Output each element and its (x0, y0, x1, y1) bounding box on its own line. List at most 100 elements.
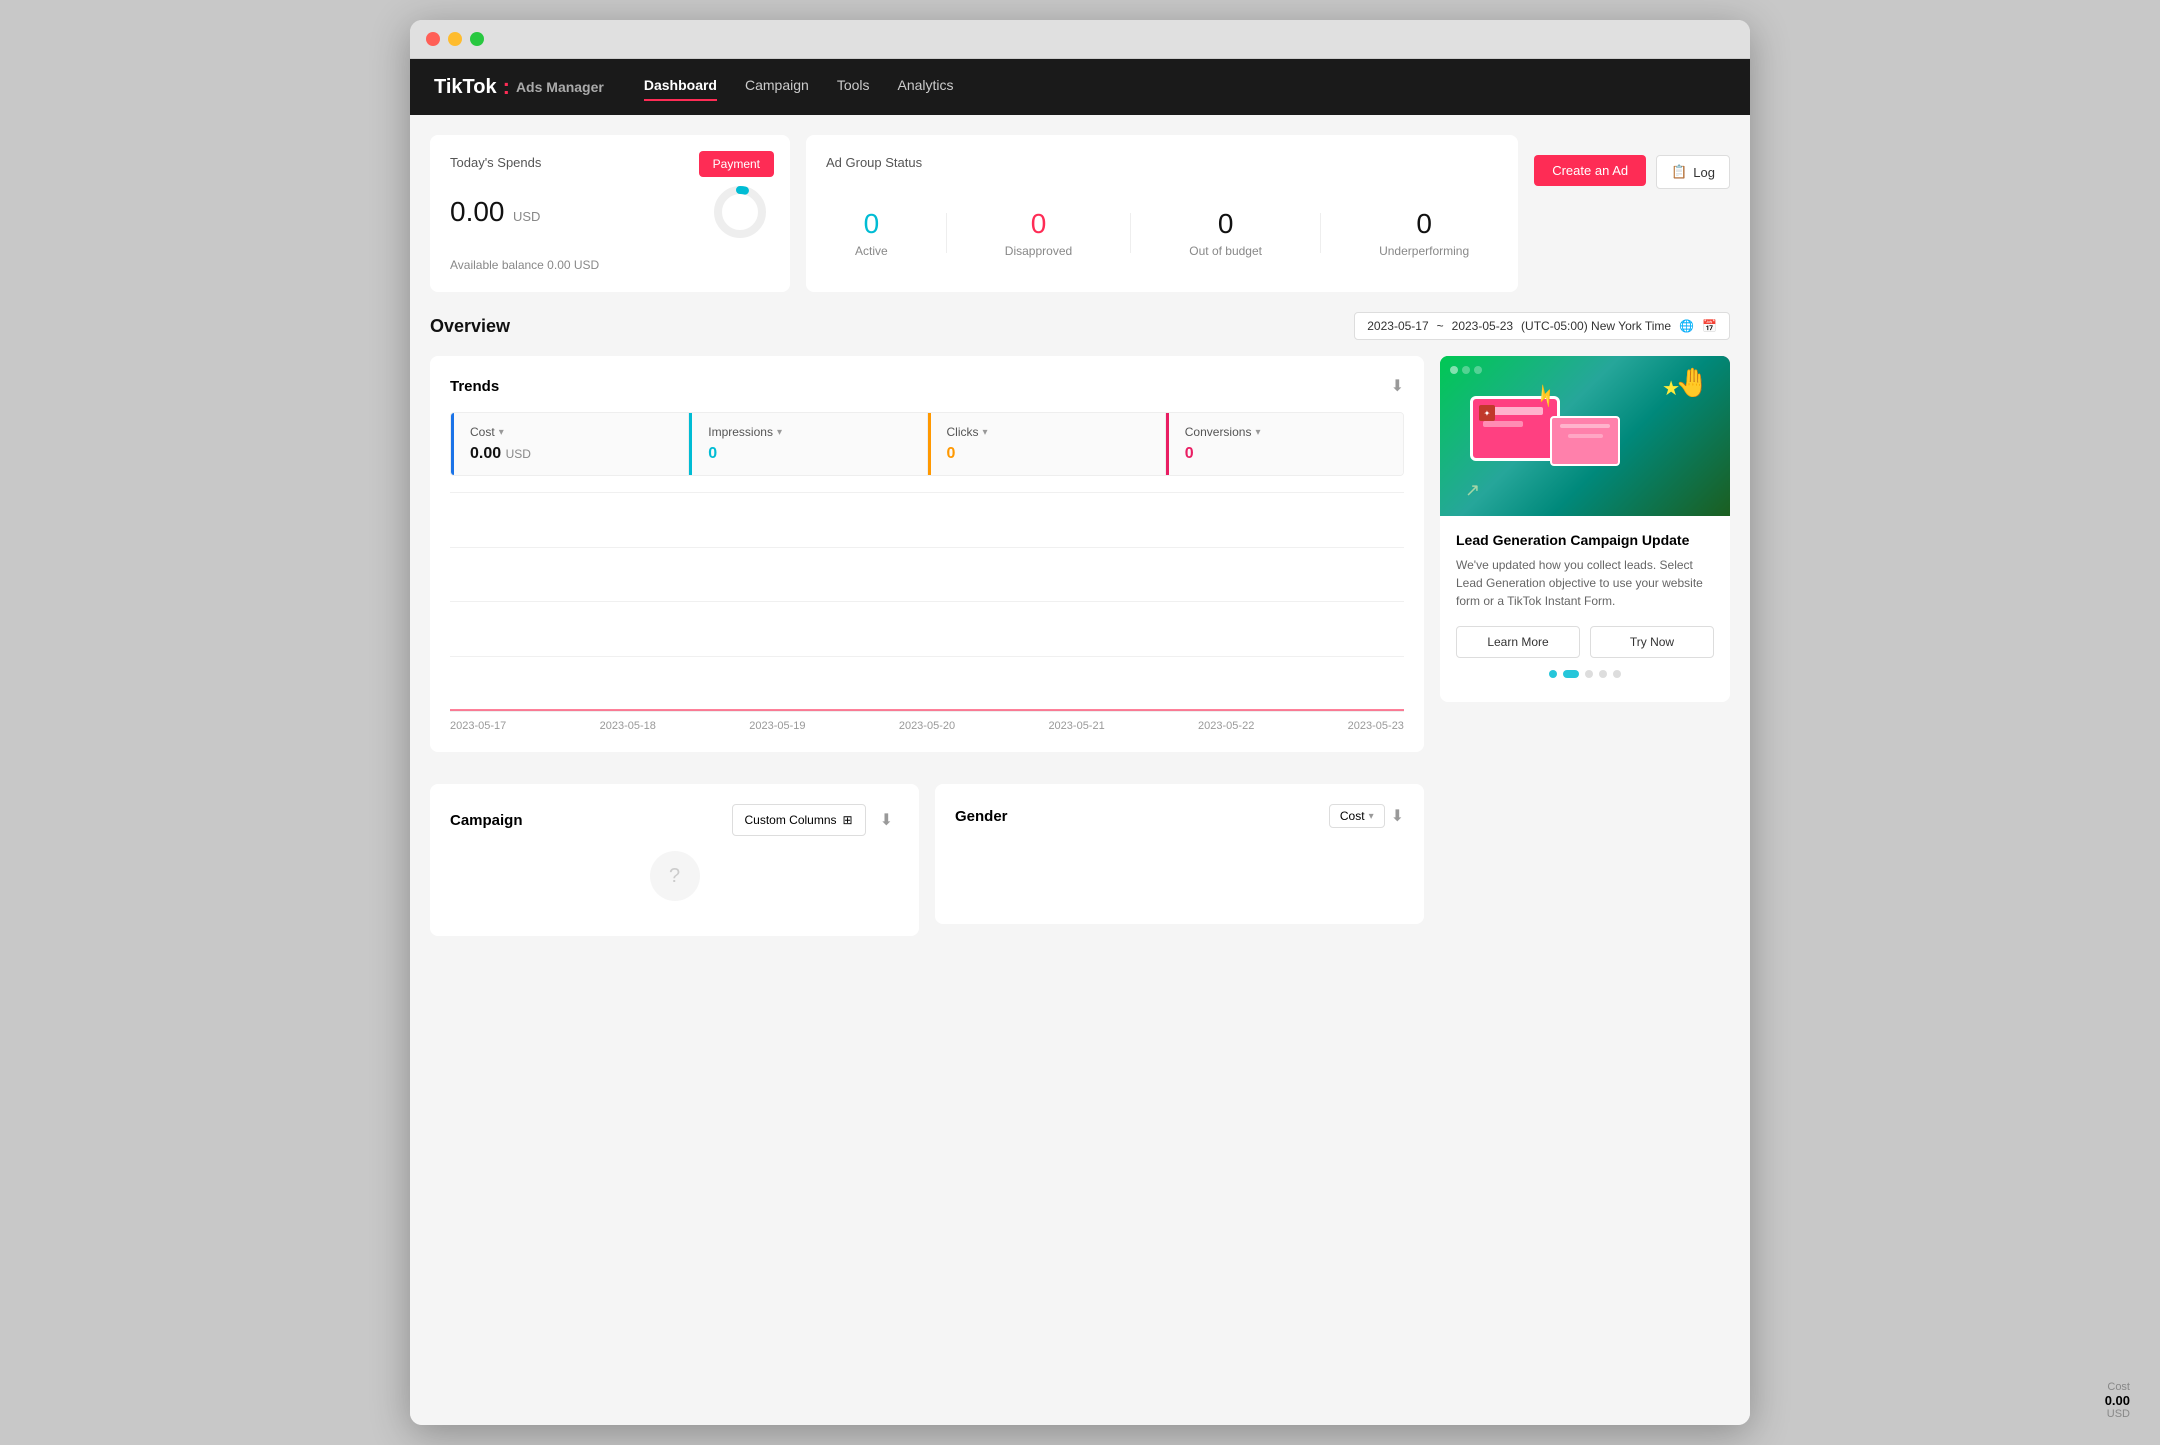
trends-title: Trends (450, 378, 499, 395)
nav-item-campaign[interactable]: Campaign (745, 77, 809, 97)
try-now-button[interactable]: Try Now (1590, 626, 1714, 658)
top-row: Today's Spends Payment 0.00 USD Availabl… (430, 135, 1730, 292)
download-icon[interactable]: ⬇ (1391, 376, 1404, 396)
promo-pagination (1456, 670, 1714, 678)
learn-more-button[interactable]: Learn More (1456, 626, 1580, 658)
maximize-icon[interactable] (470, 32, 484, 46)
columns-icon: ⊞ (843, 813, 853, 827)
x-label-1: 2023-05-18 (600, 720, 656, 732)
campaign-actions: Custom Columns ⊞ ⬇ (732, 804, 900, 836)
nav-items: Dashboard Campaign Tools Analytics (644, 77, 954, 97)
promo-page-dot-1[interactable] (1549, 670, 1557, 678)
metric-conversions-value: 0 (1185, 445, 1387, 463)
campaign-header: Campaign Custom Columns ⊞ ⬇ (450, 804, 899, 836)
spends-amount-container: 0.00 USD (450, 196, 540, 228)
status-under-label: Underperforming (1379, 244, 1469, 258)
logo: TikTok : Ads Manager (434, 74, 604, 100)
cost-dropdown[interactable]: Cost ▾ (1329, 804, 1385, 828)
status-active-count: 0 (855, 208, 888, 240)
promo-page-dot-3[interactable] (1585, 670, 1593, 678)
x-label-3: 2023-05-20 (899, 720, 955, 732)
available-balance: Available balance 0.00 USD (450, 258, 770, 272)
campaign-card: Campaign Custom Columns ⊞ ⬇ ? (430, 784, 919, 936)
chart-trend-line (450, 709, 1404, 711)
date-range-picker[interactable]: 2023-05-17 ~ 2023-05-23 (UTC-05:00) New … (1354, 312, 1730, 340)
metric-impressions[interactable]: Impressions ▾ 0 (689, 413, 927, 475)
promo-card2 (1550, 416, 1620, 466)
promo-update-title: Lead Generation Campaign Update (1456, 532, 1714, 548)
nav-item-analytics[interactable]: Analytics (898, 77, 954, 97)
log-label: Log (1693, 165, 1715, 180)
logo-dot: : (503, 74, 510, 100)
nav-item-dashboard[interactable]: Dashboard (644, 77, 717, 97)
trends-header: Trends ⬇ (450, 376, 1404, 396)
trends-card: Trends ⬇ Cost ▾ 0.00 USD (430, 356, 1424, 752)
grid-line-2 (450, 547, 1404, 548)
status-under-count: 0 (1379, 208, 1469, 240)
clicks-label-text: Clicks (947, 425, 979, 439)
metric-conversions-label: Conversions ▾ (1185, 425, 1387, 439)
status-disapproved-count: 0 (1005, 208, 1072, 240)
card2-line2 (1568, 434, 1603, 438)
status-item-active: 0 Active (855, 208, 888, 258)
metric-clicks-value: 0 (947, 445, 1149, 463)
ad-group-status-card: Ad Group Status 0 Active 0 Disapproved 0… (806, 135, 1518, 292)
log-button[interactable]: 📋 Log (1656, 155, 1730, 189)
impressions-chevron: ▾ (777, 427, 782, 438)
create-ad-button[interactable]: Create an Ad (1534, 155, 1646, 186)
promo-page-dot-4[interactable] (1599, 670, 1607, 678)
log-icon: 📋 (1671, 164, 1687, 180)
status-divider-2 (1130, 213, 1131, 253)
metric-cost[interactable]: Cost ▾ 0.00 USD (451, 413, 689, 475)
gender-header: Gender Cost ▾ ⬇ (955, 804, 1404, 828)
promo-screen-inner2 (1483, 421, 1523, 427)
metric-clicks[interactable]: Clicks ▾ 0 (928, 413, 1166, 475)
gender-download-icon[interactable]: ⬇ (1391, 806, 1404, 826)
status-divider-1 (946, 213, 947, 253)
right-panel: ✦ ★ ⚡ ↗ (1440, 356, 1730, 936)
grid-line-3 (450, 601, 1404, 602)
x-label-0: 2023-05-17 (450, 720, 506, 732)
metric-impressions-label: Impressions ▾ (708, 425, 910, 439)
metric-conversions[interactable]: Conversions ▾ 0 (1166, 413, 1403, 475)
date-timezone: (UTC-05:00) New York Time (1521, 319, 1671, 333)
campaign-download-icon[interactable]: ⬇ (874, 804, 899, 836)
screen-icon: ✦ (1479, 405, 1495, 421)
trends-metrics: Cost ▾ 0.00 USD Impressions ▾ (450, 412, 1404, 476)
cost-dropdown-label: Cost (1340, 809, 1365, 823)
status-item-disapproved: 0 Disapproved (1005, 208, 1072, 258)
close-icon[interactable] (426, 32, 440, 46)
campaign-title: Campaign (450, 812, 523, 829)
promo-page-dot-5[interactable] (1613, 670, 1621, 678)
promo-arrow: ↗ (1465, 480, 1480, 501)
nav-item-tools[interactable]: Tools (837, 77, 870, 97)
status-divider-3 (1320, 213, 1321, 253)
card2-line1 (1560, 424, 1610, 428)
gender-actions: Cost ▾ ⬇ (1329, 804, 1404, 828)
cost-label-text: Cost (470, 425, 495, 439)
metric-cost-label: Cost ▾ (470, 425, 672, 439)
main-content: Today's Spends Payment 0.00 USD Availabl… (410, 115, 1750, 1425)
gender-title: Gender (955, 808, 1008, 825)
promo-actions: Learn More Try Now (1456, 626, 1714, 658)
navigation: TikTok : Ads Manager Dashboard Campaign … (410, 59, 1750, 115)
overview-title: Overview (430, 316, 510, 337)
x-label-5: 2023-05-22 (1198, 720, 1254, 732)
x-label-6: 2023-05-23 (1348, 720, 1404, 732)
grid-line-4 (450, 656, 1404, 657)
donut-chart (710, 182, 770, 242)
status-item-underperforming: 0 Underperforming (1379, 208, 1469, 258)
date-from: 2023-05-17 (1367, 319, 1428, 333)
overview-header: Overview 2023-05-17 ~ 2023-05-23 (UTC-05… (430, 312, 1730, 340)
chart-x-axis: 2023-05-17 2023-05-18 2023-05-19 2023-05… (450, 720, 1404, 732)
custom-columns-button[interactable]: Custom Columns ⊞ (732, 804, 866, 836)
minimize-icon[interactable] (448, 32, 462, 46)
payment-button[interactable]: Payment (699, 151, 774, 177)
promo-figure: 🤚 (1675, 366, 1710, 399)
metric-clicks-label: Clicks ▾ (947, 425, 1149, 439)
promo-page-dot-2[interactable] (1563, 670, 1579, 678)
calendar-icon: 📅 (1702, 319, 1717, 333)
spends-currency: USD (513, 209, 540, 224)
status-grid: 0 Active 0 Disapproved 0 Out of budget (826, 194, 1498, 272)
status-item-budget: 0 Out of budget (1189, 208, 1262, 258)
